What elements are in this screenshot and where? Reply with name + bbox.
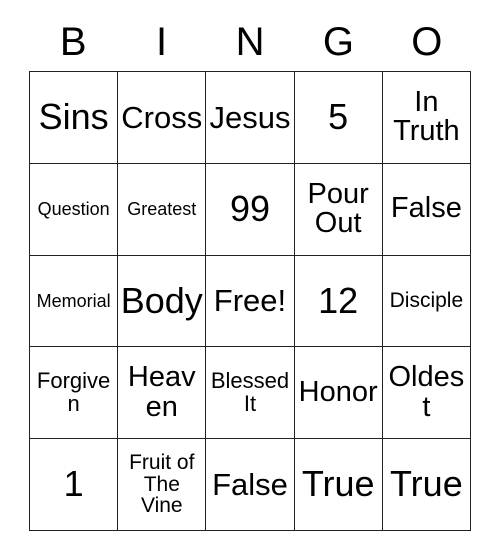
bingo-header-row: B I N G O — [29, 17, 471, 67]
bingo-cell[interactable]: Free! — [205, 254, 295, 348]
bingo-cell[interactable]: 1 — [28, 438, 119, 531]
bingo-cell[interactable]: Heaven — [117, 346, 207, 440]
bingo-cell-text: Body — [120, 279, 203, 321]
bingo-cell[interactable]: Cross — [117, 71, 207, 164]
bingo-cell-text: Free! — [213, 283, 287, 319]
bingo-cell-text: 12 — [318, 279, 359, 321]
bingo-cell[interactable]: True — [293, 438, 383, 531]
bingo-row: Memorial Body Free! 12 Disciple — [28, 254, 472, 348]
bingo-cell[interactable]: True — [381, 438, 472, 531]
bingo-header-letter-o: O — [411, 20, 443, 64]
bingo-cell[interactable]: Disciple — [381, 254, 472, 348]
bingo-row: 1 Fruit of The Vine False True True — [28, 438, 472, 531]
bingo-cell[interactable]: False — [205, 438, 295, 531]
bingo-header-letter-g: G — [322, 20, 354, 64]
bingo-cell-text: Cross — [121, 99, 203, 135]
bingo-cell[interactable]: Blessed It — [205, 346, 295, 440]
bingo-cell-text: False — [390, 192, 462, 225]
bingo-cell-text: False — [212, 466, 288, 502]
bingo-cell[interactable]: Forgiven — [28, 346, 119, 440]
bingo-cell-text: Greatest — [127, 199, 197, 220]
bingo-cell-text: Oldest — [388, 361, 465, 423]
bingo-cell-text: Jesus — [209, 99, 291, 135]
bingo-cell-text: Forgiven — [36, 368, 111, 416]
bingo-cell[interactable]: Honor — [293, 346, 383, 440]
bingo-row: Forgiven Heaven Blessed It Honor Oldest — [28, 346, 472, 440]
bingo-cell-text: Fruit of The Vine — [129, 451, 195, 518]
bingo-cell-text: Pour Out — [307, 177, 369, 240]
bingo-header-letter-n: N — [235, 20, 265, 64]
bingo-cell-text: 5 — [328, 96, 349, 138]
bingo-cell[interactable]: False — [381, 162, 472, 256]
bingo-cell-text: True — [301, 463, 375, 505]
bingo-cell-text: Honor — [298, 376, 378, 408]
bingo-grid: Sins Cross Jesus 5 In Truth Question Gre… — [28, 71, 472, 531]
bingo-cell-text: In Truth — [393, 85, 460, 148]
bingo-header-letter-b: B — [59, 20, 87, 64]
bingo-cell[interactable]: Oldest — [381, 346, 472, 440]
bingo-cell-text: Memorial — [36, 290, 111, 311]
bingo-cell[interactable]: In Truth — [381, 71, 472, 164]
bingo-row: Sins Cross Jesus 5 In Truth — [28, 71, 472, 164]
bingo-cell[interactable]: Question — [28, 162, 119, 256]
bingo-cell-text: Blessed It — [210, 368, 290, 416]
bingo-cell-text: Question — [37, 199, 110, 220]
bingo-row: Question Greatest 99 Pour Out False — [28, 162, 472, 256]
bingo-cell-text: True — [390, 463, 463, 505]
bingo-cell[interactable]: Greatest — [117, 162, 207, 256]
bingo-card: B I N G O Sins Cross Jesus 5 In Truth Qu… — [0, 0, 500, 544]
bingo-cell[interactable]: Sins — [28, 71, 119, 164]
bingo-cell[interactable]: 12 — [293, 254, 383, 348]
bingo-cell-text: Disciple — [389, 289, 464, 313]
bingo-cell-text: 1 — [63, 463, 84, 505]
bingo-cell-text: Sins — [38, 96, 109, 138]
bingo-cell-text: Heaven — [127, 361, 196, 423]
bingo-cell[interactable]: Fruit of The Vine — [117, 438, 207, 531]
bingo-header-letter-i: I — [156, 20, 168, 64]
bingo-cell[interactable]: Jesus — [205, 71, 295, 164]
bingo-cell[interactable]: Memorial — [28, 254, 119, 348]
bingo-cell[interactable]: 99 — [205, 162, 295, 256]
bingo-cell[interactable]: 5 — [293, 71, 383, 164]
bingo-cell[interactable]: Body — [117, 254, 207, 348]
bingo-cell[interactable]: Pour Out — [293, 162, 383, 256]
bingo-cell-text: 99 — [229, 187, 270, 229]
